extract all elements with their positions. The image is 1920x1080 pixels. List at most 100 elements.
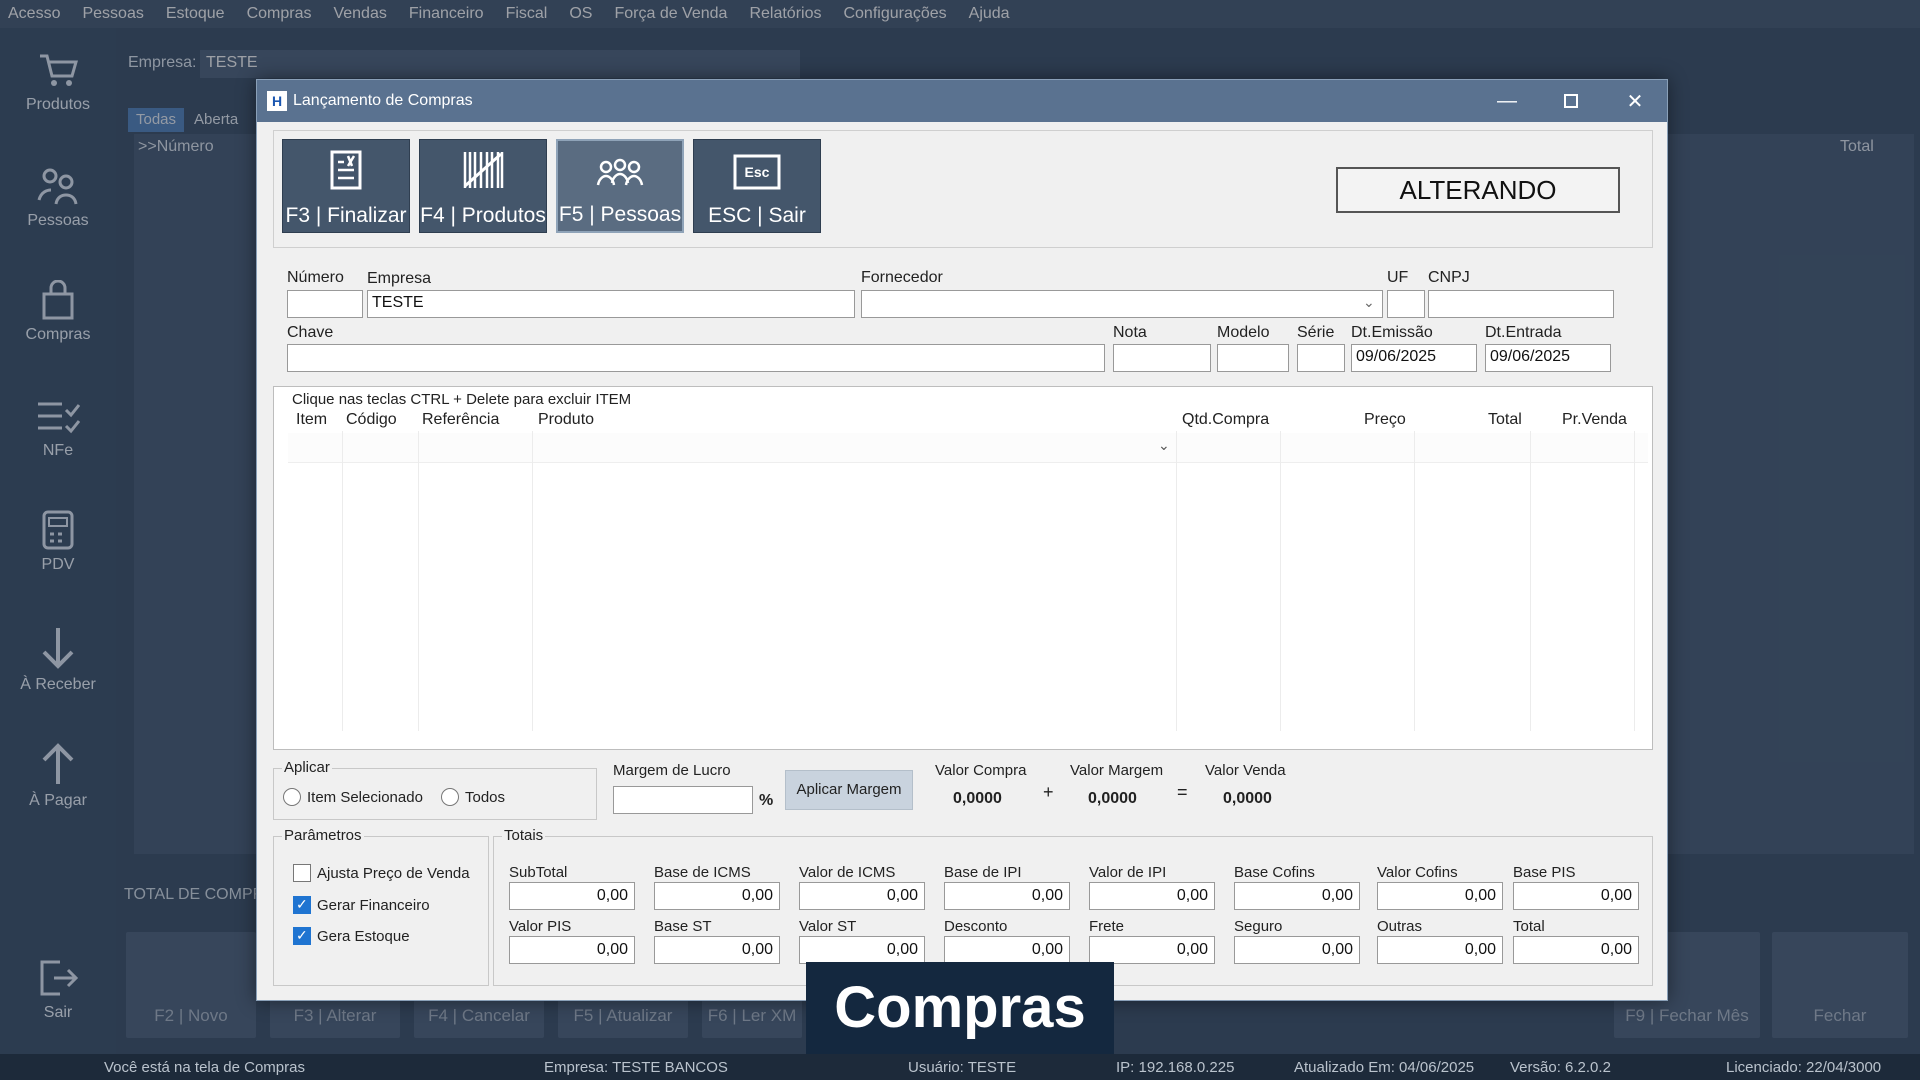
col-preco[interactable]: Preço <box>1364 411 1406 429</box>
base-st-field[interactable]: 0,00 <box>654 936 780 964</box>
pessoas-button[interactable]: F5 | Pessoas <box>556 139 684 233</box>
todos-radio[interactable] <box>441 788 459 806</box>
base-pis-field[interactable]: 0,00 <box>1513 882 1639 910</box>
totais-title: Totais <box>502 827 546 844</box>
gera-estoque-checkbox[interactable]: ✓ <box>293 927 311 945</box>
app-logo-icon: H <box>267 91 287 111</box>
grid-divider <box>342 431 343 731</box>
col-pr-venda[interactable]: Pr.Venda <box>1562 411 1627 429</box>
fornecedor-select[interactable] <box>861 290 1383 318</box>
status-atualizado: Atualizado Em: 04/06/2025 <box>1294 1059 1475 1076</box>
item-selecionado-radio[interactable] <box>283 788 301 806</box>
barcode-icon <box>463 152 504 188</box>
sair-button[interactable]: Esc ESC | Sair <box>693 139 821 233</box>
numero-field[interactable] <box>287 290 363 318</box>
subtotal-field[interactable]: 0,00 <box>509 882 635 910</box>
chave-label: Chave <box>287 324 334 341</box>
col-referencia[interactable]: Referência <box>422 411 499 429</box>
base-ipi-field[interactable]: 0,00 <box>944 882 1070 910</box>
seguro-field[interactable]: 0,00 <box>1234 936 1360 964</box>
base-pis-label: Base PIS <box>1513 864 1576 881</box>
cnpj-field[interactable] <box>1428 290 1614 318</box>
minimize-icon: — <box>1497 89 1517 112</box>
chevron-down-icon[interactable]: ⌄ <box>1363 294 1375 311</box>
aplicar-margem-button[interactable]: Aplicar Margem <box>785 770 913 810</box>
valor-icms-label: Valor de ICMS <box>799 864 896 881</box>
empresa-field[interactable]: TESTE <box>367 290 855 318</box>
toolbar-label: F4 | Produtos <box>420 204 546 227</box>
parametros-title: Parâmetros <box>282 827 364 844</box>
status-usuario: Usuário: TESTE <box>908 1059 1017 1076</box>
nota-field[interactable] <box>1113 344 1211 372</box>
fornecedor-label: Fornecedor <box>861 269 943 286</box>
checkmark-icon: ✓ <box>296 896 308 912</box>
dt-entrada-field[interactable]: 09/06/2025 <box>1485 344 1611 372</box>
margem-lucro-label: Margem de Lucro <box>613 762 731 779</box>
frete-field[interactable]: 0,00 <box>1089 936 1215 964</box>
gerar-financeiro-checkbox[interactable]: ✓ <box>293 896 311 914</box>
toolbar-panel: F3 | Finalizar F4 | Produtos F5 | Pessoa… <box>273 130 1653 248</box>
gerar-financeiro-label: Gerar Financeiro <box>317 897 430 914</box>
col-item[interactable]: Item <box>296 411 327 429</box>
maximize-icon <box>1564 94 1578 108</box>
frete-label: Frete <box>1089 918 1125 935</box>
base-cofins-field[interactable]: 0,00 <box>1234 882 1360 910</box>
valor-venda-value: 0,0000 <box>1223 790 1272 807</box>
grid-divider <box>1280 431 1281 731</box>
total-field[interactable]: 0,00 <box>1513 936 1639 964</box>
ajusta-preco-label: Ajusta Preço de Venda <box>317 865 470 882</box>
outras-label: Outras <box>1377 918 1423 935</box>
col-produto[interactable]: Produto <box>538 411 594 429</box>
grid-divider <box>1530 431 1531 731</box>
grid-divider <box>1176 431 1177 731</box>
serie-field[interactable] <box>1297 344 1345 372</box>
col-qtd-compra[interactable]: Qtd.Compra <box>1182 411 1269 429</box>
margem-lucro-field[interactable] <box>613 786 753 814</box>
chave-field[interactable] <box>287 344 1105 372</box>
equals-sign: = <box>1177 782 1188 802</box>
modelo-label: Modelo <box>1217 324 1270 341</box>
base-icms-field[interactable]: 0,00 <box>654 882 780 910</box>
col-codigo[interactable]: Código <box>346 411 397 429</box>
valor-margem-value: 0,0000 <box>1088 790 1137 807</box>
seguro-label: Seguro <box>1234 918 1283 935</box>
nota-label: Nota <box>1113 324 1147 341</box>
desconto-label: Desconto <box>944 918 1008 935</box>
finalizar-button[interactable]: F3 | Finalizar <box>282 139 410 233</box>
base-st-label: Base ST <box>654 918 712 935</box>
chevron-down-icon[interactable]: ⌄ <box>1158 437 1170 454</box>
aplicar-title: Aplicar <box>282 759 332 776</box>
status-versao: Versão: 6.2.0.2 <box>1510 1059 1611 1076</box>
produtos-button[interactable]: F4 | Produtos <box>419 139 547 233</box>
total-label: Total <box>1513 918 1545 935</box>
valor-icms-field[interactable]: 0,00 <box>799 882 925 910</box>
grid-divider <box>1414 431 1415 731</box>
close-button[interactable]: ✕ <box>1603 80 1667 122</box>
valor-cofins-field[interactable]: 0,00 <box>1377 882 1503 910</box>
col-total[interactable]: Total <box>1488 411 1522 429</box>
valor-ipi-field[interactable]: 0,00 <box>1089 882 1215 910</box>
modelo-field[interactable] <box>1217 344 1289 372</box>
item-selecionado-label: Item Selecionado <box>307 789 423 806</box>
dialog-content: F3 | Finalizar F4 | Produtos F5 | Pessoa… <box>273 130 1653 994</box>
caption-banner: Compras <box>806 962 1114 1054</box>
uf-field[interactable] <box>1387 290 1425 318</box>
outras-field[interactable]: 0,00 <box>1377 936 1503 964</box>
valor-compra-value: 0,0000 <box>953 790 1002 807</box>
desconto-field[interactable]: 0,00 <box>944 936 1070 964</box>
gera-estoque-label: Gera Estoque <box>317 928 410 945</box>
valor-pis-field[interactable]: 0,00 <box>509 936 635 964</box>
maximize-button[interactable] <box>1539 80 1603 122</box>
base-ipi-label: Base de IPI <box>944 864 1022 881</box>
dt-emissao-field[interactable]: 09/06/2025 <box>1351 344 1477 372</box>
valor-st-field[interactable]: 0,00 <box>799 936 925 964</box>
grid-hint: Clique nas teclas CTRL + Delete para exc… <box>292 391 632 408</box>
dialog-titlebar[interactable]: H Lançamento de Compras <box>257 80 1667 122</box>
ajusta-preco-checkbox[interactable] <box>293 864 311 882</box>
cnpj-label: CNPJ <box>1428 269 1470 286</box>
checkmark-icon: ✓ <box>296 927 308 943</box>
table-row[interactable] <box>288 433 1648 463</box>
minimize-button[interactable]: — <box>1475 80 1539 122</box>
items-grid[interactable]: Clique nas teclas CTRL + Delete para exc… <box>273 386 1653 750</box>
base-icms-label: Base de ICMS <box>654 864 751 881</box>
